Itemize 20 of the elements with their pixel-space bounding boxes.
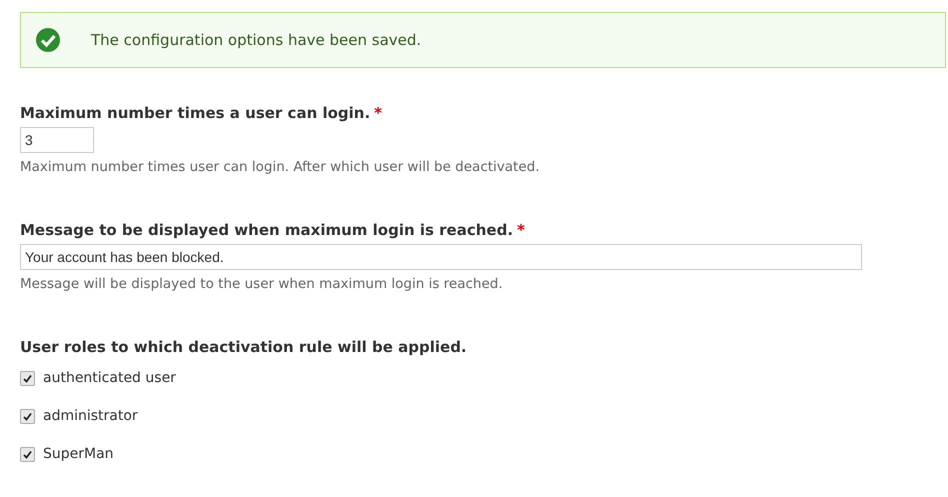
required-mark: *: [374, 104, 382, 122]
status-text: The configuration options have been saved.: [91, 31, 422, 49]
required-mark: *: [517, 221, 525, 239]
success-check-icon: [35, 27, 61, 53]
checkbox-label: authenticated user: [43, 370, 176, 386]
checkbox-label: administrator: [43, 408, 138, 424]
checkmark-icon: [23, 450, 32, 458]
checkmark-icon: [23, 374, 32, 382]
checkbox[interactable]: [20, 446, 35, 462]
text-field[interactable]: 3: [20, 127, 94, 153]
field-label: Maximum number times a user can login.: [20, 104, 370, 122]
field-description: Message will be displayed to the user when maximum login is reached.: [20, 276, 504, 292]
checkbox-label: SuperMan: [43, 446, 114, 462]
field-label: User roles to which deactivation rule will be applied.: [20, 338, 467, 356]
checkbox[interactable]: [20, 370, 35, 386]
field-label: Message to be displayed when maximum login is reached.: [20, 221, 514, 239]
checkmark-icon: [23, 412, 32, 420]
text-field[interactable]: Your account has been blocked.: [20, 244, 862, 270]
field-description: Maximum number times user can login. After which user will be deactivated.: [20, 159, 541, 175]
checkbox[interactable]: [20, 408, 35, 424]
